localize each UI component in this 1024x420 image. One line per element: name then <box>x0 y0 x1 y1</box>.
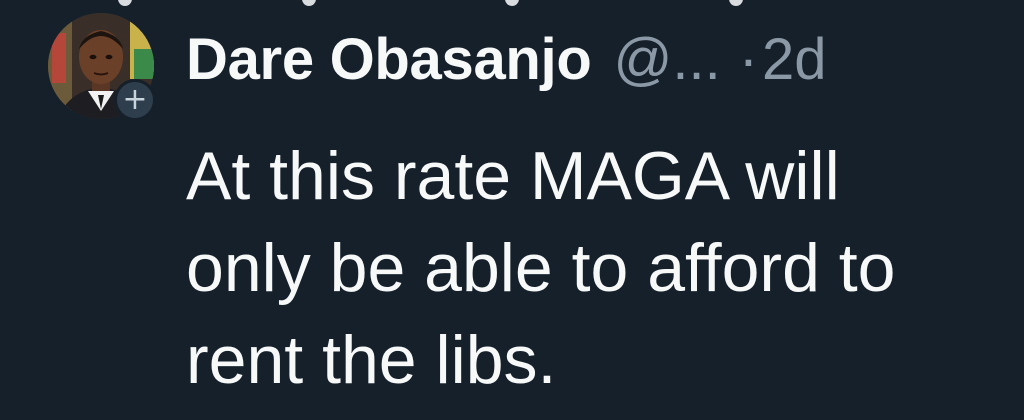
avatar-container[interactable]: + <box>48 13 160 125</box>
display-name[interactable]: Dare Obasanjo <box>186 26 592 93</box>
user-handle[interactable]: @... <box>613 26 720 93</box>
tweet-header: Dare Obasanjo @... · 2d <box>186 26 827 106</box>
timestamp[interactable]: 2d <box>762 26 827 93</box>
follow-plus-button[interactable]: + <box>114 79 156 121</box>
tweet[interactable]: + Dare Obasanjo @... · 2d At this rate M… <box>0 0 1024 420</box>
plus-icon: + <box>122 82 148 117</box>
separator-dot: · <box>738 27 759 92</box>
tweet-text-line: only be able to afford to <box>186 230 896 306</box>
tweet-text: At this rate MAGA will only be able to a… <box>186 130 1006 406</box>
tweet-text-line: At this rate MAGA will <box>186 138 840 214</box>
tweet-text-line: rent the libs. <box>186 322 557 398</box>
